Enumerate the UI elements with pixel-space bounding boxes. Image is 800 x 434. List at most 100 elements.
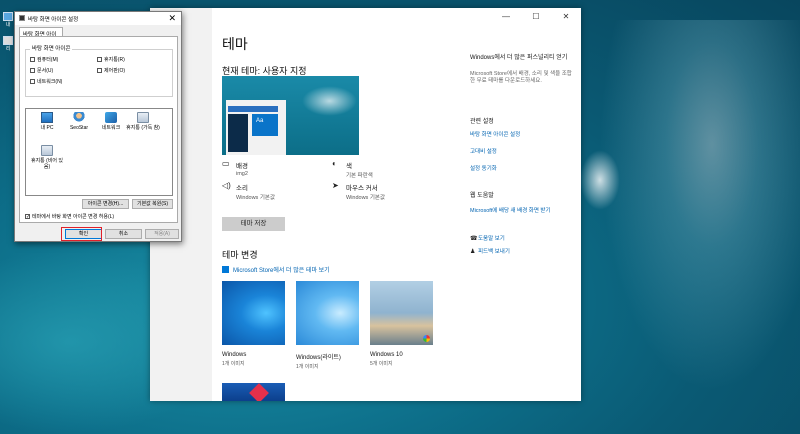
help-icon: ☎	[470, 236, 478, 242]
prop-label: 배경	[236, 163, 248, 170]
prop-sound[interactable]: ◁) 소리 Windows 기본값	[222, 181, 276, 202]
checkbox-allow-themes[interactable]: ✓ 테마에서 바탕 화면 아이콘 변경 허용(L)	[25, 213, 114, 220]
feedback-icon: ♟	[470, 249, 476, 255]
theme-thumbnail	[370, 281, 433, 345]
themes-main: 테마 현재 테마: 사용자 지정 Aa ▭ 배경 img2 ◐ 색 기본 파란색 ◁…	[222, 8, 452, 401]
theme-tile-extra[interactable]	[222, 383, 285, 401]
preview-wave	[302, 86, 357, 116]
prop-value: Windows 기본값	[236, 195, 276, 201]
right-pane: Windows에서 더 많은 퍼스널리티 얻기 Microsoft Store에…	[470, 8, 580, 401]
apply-button[interactable]: 적용(A)	[145, 229, 179, 239]
wallpaper-highlight	[580, 20, 800, 434]
prop-label: 마우스 커서	[346, 185, 378, 192]
theme-count: 1개 이미지	[296, 364, 319, 370]
checkbox-label: 테마에서 바탕 화면 아이콘 변경 허용(L)	[32, 214, 115, 220]
store-themes-link[interactable]: Microsoft Store에서 더 많은 테마 보기	[222, 265, 330, 274]
list-item-network[interactable]: 네트워크	[94, 112, 128, 131]
list-item-label: 휴지통 (비어 있음)	[30, 158, 64, 170]
flower-thumbnail	[249, 383, 269, 401]
link-sync-settings[interactable]: 설정 동기화	[470, 164, 497, 172]
prop-label: 색	[346, 163, 352, 170]
checkbox-label: 제어판(O)	[104, 68, 126, 74]
recycle-bin-empty-icon	[41, 145, 53, 156]
dialog-tab-panel: 바탕 화면 아이콘 컴퓨터(M) 휴지통(R) 문서(U) 제어판(O) 네트워…	[19, 36, 178, 223]
color-badge-icon	[423, 335, 430, 342]
checkbox-label: 휴지통(R)	[104, 57, 125, 63]
pc-icon	[41, 112, 53, 123]
checkbox-computer[interactable]: 컴퓨터(M)	[30, 56, 58, 63]
checkbox-network[interactable]: 네트워크(N)	[30, 78, 62, 85]
list-item-recycle-empty[interactable]: 휴지통 (비어 있음)	[30, 145, 64, 170]
link-desktop-icon-settings[interactable]: 바탕 화면 아이콘 설정	[470, 130, 520, 138]
dialog-title: 바탕 화면 아이콘 설정	[28, 17, 79, 23]
cursor-icon: ➤	[332, 181, 339, 190]
speaker-icon: ◁)	[222, 181, 231, 190]
theme-preview: Aa	[222, 76, 359, 155]
restore-default-button[interactable]: 기본값 복원(S)	[132, 199, 173, 209]
group-label: 바탕 화면 아이콘	[30, 44, 73, 52]
list-item-recycle-full[interactable]: 휴지통 (가득 참)	[126, 112, 160, 131]
preview-titlebar	[228, 106, 278, 112]
checkbox-label: 문서(U)	[37, 68, 54, 74]
prop-color[interactable]: ◐ 색기본 파란색	[332, 159, 373, 180]
monitor-icon	[3, 12, 13, 21]
checkbox-box	[30, 57, 35, 62]
theme-name: Windows	[222, 352, 247, 358]
theme-count: 1개 이미지	[222, 361, 245, 367]
prop-background[interactable]: ▭ 배경 img2	[222, 159, 248, 178]
prop-value: 기본 파란색	[346, 173, 373, 179]
palette-icon: ◐	[332, 159, 337, 168]
cancel-button[interactable]: 취소	[105, 229, 142, 239]
list-item-label: 네트워크	[101, 125, 121, 131]
checkbox-label: 컴퓨터(M)	[37, 57, 59, 63]
checkbox-control-panel[interactable]: 제어판(O)	[97, 67, 125, 74]
prop-cursor[interactable]: ➤ 마우스 커서 Windows 기본값	[332, 181, 385, 202]
list-item-pc[interactable]: 내 PC	[30, 112, 64, 131]
prop-label: 소리	[236, 185, 248, 192]
get-help-link[interactable]: ☎도움말 보기	[470, 234, 505, 242]
theme-tile-windows10[interactable]: Windows 10 5개 이미지	[370, 281, 433, 367]
checkbox-box	[97, 68, 102, 73]
theme-thumbnail	[296, 281, 359, 345]
checkbox-recycle-bin[interactable]: 휴지통(R)	[97, 56, 125, 63]
dialog-titlebar: 바탕 화면 아이콘 설정 ✕	[15, 12, 181, 25]
checkbox-box: ✓	[25, 214, 31, 220]
save-theme-button[interactable]: 테마 저장	[222, 217, 285, 231]
theme-tile-windows-light[interactable]: Windows(라이트) 1개 이미지	[296, 281, 359, 370]
recycle-bin-full-icon	[137, 112, 149, 123]
checkbox-box	[97, 57, 102, 62]
link-new-wallpapers[interactable]: Microsoft에 배당 새 배경 화면 받기	[470, 206, 578, 214]
desktop-icon-pc[interactable]: 내	[2, 12, 14, 28]
checkbox-box	[30, 68, 35, 73]
desktop-icon-settings-dialog: 바탕 화면 아이콘 설정 ✕ 바탕 화면 아이콘 바탕 화면 아이콘 컴퓨터(M…	[14, 11, 182, 242]
network-icon	[105, 112, 117, 123]
theme-thumbnail	[222, 281, 285, 345]
checkbox-box	[30, 79, 35, 84]
list-item-user[interactable]: SeoStar	[62, 112, 96, 131]
desktop-icon-recycle[interactable]: 리	[2, 36, 14, 52]
feedback-link[interactable]: ♟ 피드백 보내기	[470, 247, 510, 255]
desktop-icon-list[interactable]: 내 PC SeoStar 네트워크 휴지통 (가득 참) 휴지통 (비어 있음)	[25, 108, 173, 196]
user-folder-icon	[73, 112, 85, 123]
checkbox-documents[interactable]: 문서(U)	[30, 67, 53, 74]
picture-icon: ▭	[222, 159, 230, 168]
recycle-bin-icon	[3, 36, 13, 45]
feedback-text: 피드백 보내기	[478, 249, 510, 255]
dialog-app-icon	[19, 15, 25, 21]
preview-sidebar	[228, 114, 248, 152]
store-link-text: Microsoft Store에서 더 많은 테마 보기	[233, 268, 330, 274]
page-title: 테마	[222, 36, 248, 52]
list-item-label: 휴지통 (가득 참)	[126, 125, 160, 131]
settings-window: — ☐ ✕ 테마 현재 테마: 사용자 지정 Aa ▭ 배경 img2 ◐ 색 기본…	[150, 8, 581, 401]
store-icon	[222, 266, 229, 273]
link-high-contrast[interactable]: 고대비 설정	[470, 147, 497, 155]
preview-tile: Aa	[252, 114, 278, 136]
theme-tile-windows[interactable]: Windows 1개 이미지	[222, 281, 285, 367]
desktop-icon-label: 리	[5, 46, 11, 52]
related-settings-heading: 관련 설정	[470, 119, 494, 125]
dialog-close-button[interactable]: ✕	[168, 13, 176, 24]
list-item-label: 내 PC	[40, 125, 54, 131]
list-item-label: SeoStar	[69, 125, 89, 131]
theme-name: Windows 10	[370, 352, 403, 358]
change-icon-button[interactable]: 아이콘 변경(H)...	[82, 199, 129, 209]
